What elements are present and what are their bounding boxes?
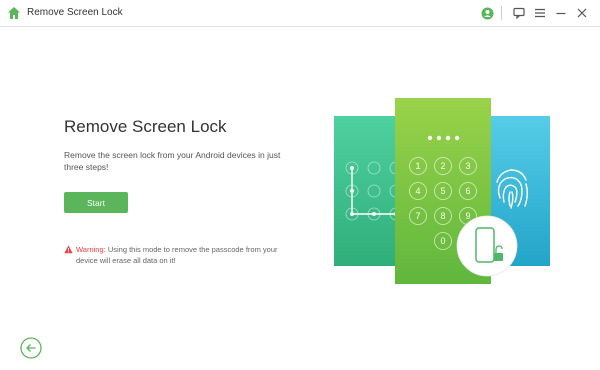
feedback-icon[interactable] (511, 5, 527, 21)
pin-key-6: 6 (465, 186, 470, 196)
pin-key-0: 0 (440, 236, 445, 246)
pin-key-3: 3 (465, 161, 470, 171)
warning-text: Using this mode to remove the passcode f… (76, 245, 278, 265)
start-button[interactable]: Start (64, 192, 128, 213)
title-bar-divider (501, 6, 502, 20)
description-text: Remove the screen lock from your Android… (64, 150, 281, 172)
app-title: Remove Screen Lock (27, 7, 123, 18)
title-bar: Remove Screen Lock (0, 0, 600, 27)
pin-key-7: 7 (415, 211, 420, 221)
warning-label: Warning: (76, 245, 106, 254)
warning-icon (64, 245, 73, 254)
home-icon[interactable] (7, 6, 21, 20)
pin-key-2: 2 (440, 161, 445, 171)
minimize-icon[interactable] (553, 5, 569, 21)
pin-key-5: 5 (440, 186, 445, 196)
account-icon[interactable] (479, 5, 495, 21)
unlocked-phone-badge (456, 215, 518, 277)
screen-lock-illustration: 1 2 3 4 5 6 7 8 9 0 (334, 98, 550, 284)
pin-key-9: 9 (465, 211, 470, 221)
back-arrow-icon[interactable] (20, 337, 42, 359)
warning-message: Warning: Using this mode to remove the p… (64, 244, 296, 266)
pin-key-8: 8 (440, 211, 445, 221)
pin-key-4: 4 (415, 186, 420, 196)
close-icon[interactable] (574, 5, 590, 21)
page-title: Remove Screen Lock (64, 117, 227, 136)
pin-key-1: 1 (415, 161, 420, 171)
menu-icon[interactable] (532, 5, 548, 21)
